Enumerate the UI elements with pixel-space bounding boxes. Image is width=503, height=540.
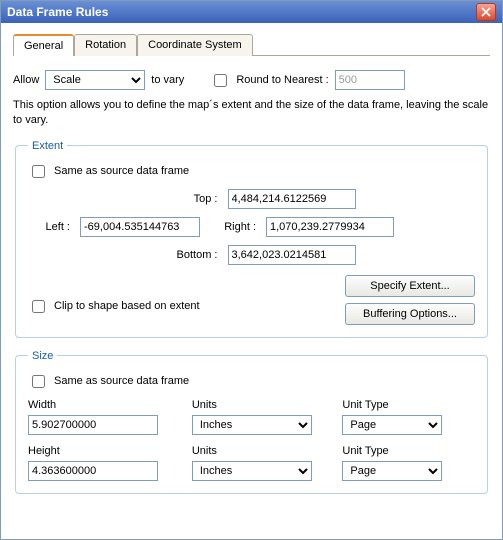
tab-coordinate-system[interactable]: Coordinate System xyxy=(137,34,253,56)
buffering-options-button[interactable]: Buffering Options... xyxy=(345,303,475,325)
extent-left-input[interactable] xyxy=(80,217,200,237)
extent-top-label: Top : xyxy=(148,193,218,205)
width-unit-type-select[interactable]: Page xyxy=(342,415,442,435)
buffering-options-label: Buffering Options... xyxy=(363,308,457,320)
close-icon[interactable] xyxy=(476,3,496,21)
size-same-checkbox[interactable] xyxy=(32,375,45,388)
extent-same-checkbox[interactable] xyxy=(32,165,45,178)
extent-bottom-input[interactable] xyxy=(228,245,356,265)
height-label: Height xyxy=(28,445,174,457)
tabstrip: General Rotation Coordinate System xyxy=(13,33,490,56)
height-unit-type-select[interactable]: Page xyxy=(342,461,442,481)
unit-type-label-1: Unit Type xyxy=(342,399,475,411)
extent-right-input[interactable] xyxy=(266,217,394,237)
extent-group: Extent Same as source data frame Top : L… xyxy=(15,140,488,338)
extent-grid: Top : Left : Right : Bottom : xyxy=(28,189,475,265)
allow-select[interactable]: Scale xyxy=(45,70,145,90)
tab-coord-label: Coordinate System xyxy=(148,39,242,51)
extent-left-label: Left : xyxy=(34,221,70,233)
tab-rotation[interactable]: Rotation xyxy=(74,34,137,56)
tab-general-label: General xyxy=(24,40,63,52)
extent-top-input[interactable] xyxy=(228,189,356,209)
units-label-2: Units xyxy=(192,445,325,457)
content-area: General Rotation Coordinate System Allow… xyxy=(1,23,502,516)
allow-suffix: to vary xyxy=(151,74,184,86)
tab-general[interactable]: General xyxy=(13,34,74,56)
size-group: Size Same as source data frame Width Uni… xyxy=(15,350,488,494)
round-label: Round to Nearest : xyxy=(236,74,328,86)
height-units-select[interactable]: Inches xyxy=(192,461,312,481)
units-label-1: Units xyxy=(192,399,325,411)
extent-bottom-row: Clip to shape based on extent Specify Ex… xyxy=(28,275,475,325)
extent-same-label: Same as source data frame xyxy=(54,165,189,177)
unit-type-label-2: Unit Type xyxy=(342,445,475,457)
size-grid: Width Units Inches Unit Type Page Height… xyxy=(28,399,475,481)
allow-row: Allow Scale to vary Round to Nearest : xyxy=(13,70,490,90)
dialog-window: Data Frame Rules General Rotation Coordi… xyxy=(0,0,503,540)
specify-extent-button[interactable]: Specify Extent... xyxy=(345,275,475,297)
allow-label: Allow xyxy=(13,74,39,86)
clip-label: Clip to shape based on extent xyxy=(54,300,200,312)
extent-legend: Extent xyxy=(28,140,67,152)
extent-right-label: Right : xyxy=(210,221,256,233)
size-same-label: Same as source data frame xyxy=(54,375,189,387)
window-title: Data Frame Rules xyxy=(7,5,108,19)
titlebar: Data Frame Rules xyxy=(1,1,502,23)
width-input[interactable] xyxy=(28,415,158,435)
size-legend: Size xyxy=(28,350,57,362)
height-input[interactable] xyxy=(28,461,158,481)
specify-extent-label: Specify Extent... xyxy=(370,280,449,292)
clip-checkbox[interactable] xyxy=(32,300,45,313)
tab-rotation-label: Rotation xyxy=(85,39,126,51)
extent-bottom-label: Bottom : xyxy=(148,249,218,261)
width-label: Width xyxy=(28,399,174,411)
round-input[interactable] xyxy=(335,70,405,90)
width-units-select[interactable]: Inches xyxy=(192,415,312,435)
round-checkbox[interactable] xyxy=(214,74,227,87)
description-text: This option allows you to define the map… xyxy=(13,98,490,128)
